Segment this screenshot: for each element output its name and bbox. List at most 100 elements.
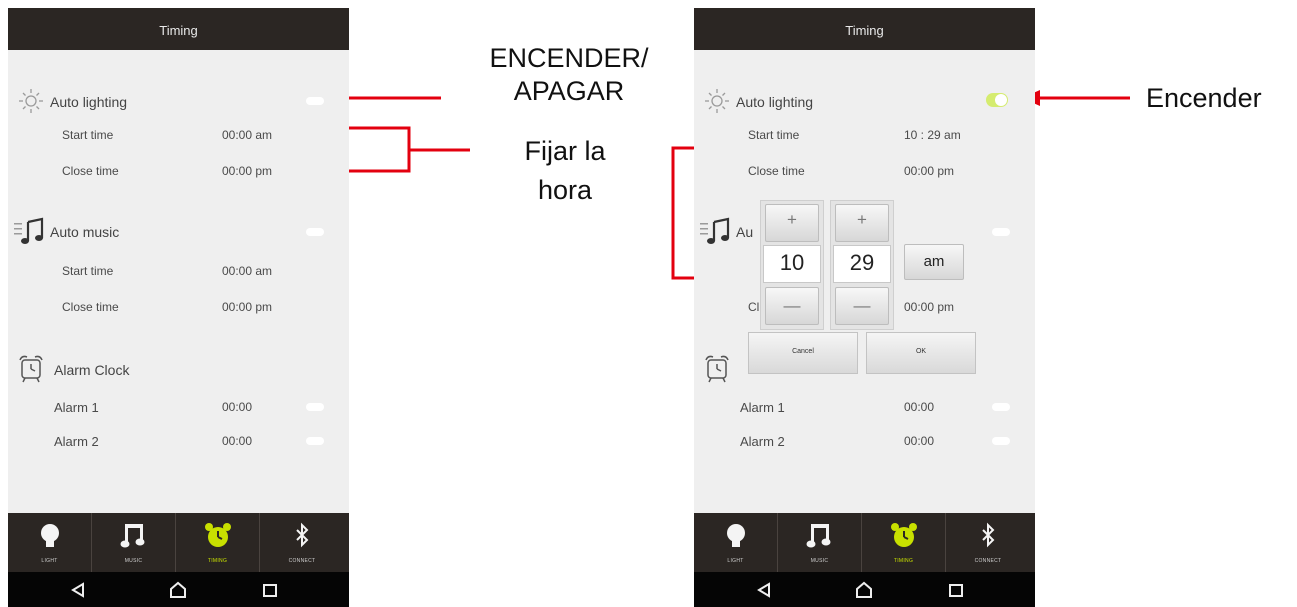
alarm1-value[interactable]: 00:00 (904, 400, 934, 414)
tab-connect[interactable]: CONNECT (946, 513, 1030, 572)
alarm-clock-icon (205, 523, 231, 547)
bulb-icon (41, 524, 59, 547)
alarm2-toggle[interactable] (992, 437, 1010, 445)
tab-connect-label: CONNECT (974, 558, 1002, 564)
alarm2-value[interactable]: 00:00 (222, 434, 252, 448)
lighting-start-label: Start time (748, 128, 800, 142)
lighting-start-value[interactable]: 00:00 am (222, 128, 272, 142)
ok-button[interactable]: OK (866, 332, 976, 374)
auto-lighting-row: Auto lighting (694, 89, 1035, 114)
android-nav-bar (8, 572, 349, 607)
tab-light[interactable]: LIGHT (8, 513, 92, 572)
tab-connect[interactable]: CONNECT (260, 513, 344, 572)
bluetooth-icon (296, 522, 309, 548)
tab-timing-label: TIMING (893, 558, 914, 564)
sun-icon (705, 89, 729, 113)
annotation-turn-on: Encender (1146, 83, 1262, 113)
tab-light[interactable]: LIGHT (694, 513, 778, 572)
alarm1-value[interactable]: 00:00 (222, 400, 252, 414)
lighting-close-row[interactable]: Close time 00:00 pm (8, 161, 349, 181)
lighting-close-row[interactable]: Close time 00:00 pm (694, 161, 1035, 181)
bulb-icon (727, 524, 745, 547)
alarm1-row[interactable]: Alarm 1 00:00 (8, 397, 349, 417)
hour-increment-button[interactable]: + (765, 204, 819, 242)
hour-decrement-button[interactable]: — (765, 287, 819, 325)
alarm1-toggle[interactable] (992, 403, 1010, 411)
tab-light-label: LIGHT (41, 558, 58, 564)
tab-light-label: LIGHT (727, 558, 744, 564)
toggle-knob (995, 94, 1007, 106)
tab-connect-label: CONNECT (288, 558, 316, 564)
alarm2-label: Alarm 2 (54, 434, 99, 449)
recents-icon[interactable] (258, 578, 282, 602)
lighting-close-value[interactable]: 00:00 pm (904, 164, 954, 178)
alarm-clock-icon (891, 523, 917, 547)
music-close-label: Close time (62, 300, 119, 314)
minute-decrement-button[interactable]: — (835, 287, 889, 325)
tab-timing[interactable]: TIMING (176, 513, 260, 572)
music-close-value[interactable]: 00:00 pm (222, 300, 272, 314)
back-icon[interactable] (752, 578, 776, 602)
auto-music-row: Auto music (8, 217, 349, 244)
alarm-clock-icon (705, 355, 729, 383)
alarm2-label: Alarm 2 (740, 434, 785, 449)
annotation-on-off-line2: APAGAR (513, 76, 625, 106)
tab-music[interactable]: MUSIC (778, 513, 862, 572)
ampm-toggle-button[interactable]: am (904, 244, 964, 280)
auto-lighting-toggle[interactable] (306, 97, 324, 105)
hour-value[interactable]: 10 (763, 245, 821, 283)
tab-music-label: MUSIC (124, 558, 143, 564)
auto-lighting-label: Auto lighting (736, 94, 814, 110)
back-icon[interactable] (66, 578, 90, 602)
minus-icon: — (783, 296, 801, 315)
hour-spinner: + 10 — (760, 200, 824, 330)
header-title: Timing (694, 8, 1035, 50)
alarm-clock-icon (19, 355, 43, 383)
minute-spinner: + 29 — (830, 200, 894, 330)
auto-lighting-label: Auto lighting (50, 94, 128, 110)
time-picker-dialog: + 10 — + 29 — am Cancel OK (748, 200, 980, 380)
plus-icon: + (857, 210, 867, 229)
lighting-start-row[interactable]: Start time 10 : 29 am (694, 125, 1035, 145)
annotation-set-time: Fijar la hora (490, 132, 640, 210)
sun-icon (19, 89, 43, 113)
alarm1-toggle[interactable] (306, 403, 324, 411)
music-start-value[interactable]: 00:00 am (222, 264, 272, 278)
auto-music-toggle[interactable] (992, 228, 1010, 236)
annotation-on-off: ENCENDER/ APAGAR (474, 42, 664, 108)
plus-icon: + (787, 210, 797, 229)
auto-lighting-toggle[interactable] (986, 93, 1008, 107)
minute-value[interactable]: 29 (833, 245, 891, 283)
phone-screen-left: Timing Auto lighting Start time 00:00 am… (8, 8, 349, 607)
alarm2-value[interactable]: 00:00 (904, 434, 934, 448)
auto-lighting-row: Auto lighting (8, 89, 349, 114)
alarm2-toggle[interactable] (306, 437, 324, 445)
home-icon[interactable] (852, 578, 876, 602)
alarm-clock-row: Alarm Clock (8, 355, 349, 383)
lighting-start-row[interactable]: Start time 00:00 am (8, 125, 349, 145)
lighting-close-value[interactable]: 00:00 pm (222, 164, 272, 178)
tab-timing[interactable]: TIMING (862, 513, 946, 572)
bottom-tab-bar: LIGHT MUSIC TIMING CONNECT (8, 513, 349, 572)
alarm2-row[interactable]: Alarm 2 00:00 (694, 431, 1035, 451)
cancel-button[interactable]: Cancel (748, 332, 858, 374)
android-nav-bar (694, 572, 1035, 607)
lighting-start-label: Start time (62, 128, 114, 142)
tab-music[interactable]: MUSIC (92, 513, 176, 572)
lighting-close-label: Close time (62, 164, 119, 178)
auto-music-toggle[interactable] (306, 228, 324, 236)
music-start-row[interactable]: Start time 00:00 am (8, 261, 349, 281)
music-close-row[interactable]: Close time 00:00 pm (8, 297, 349, 317)
alarm1-row[interactable]: Alarm 1 00:00 (694, 397, 1035, 417)
alarm1-label: Alarm 1 (54, 400, 99, 415)
annotation-set-time-line1: Fijar la (524, 136, 606, 166)
alarm2-row[interactable]: Alarm 2 00:00 (8, 431, 349, 451)
tab-music-label: MUSIC (810, 558, 829, 564)
annotation-on-off-line1: ENCENDER/ (489, 43, 649, 73)
lighting-close-label: Close time (748, 164, 805, 178)
home-icon[interactable] (166, 578, 190, 602)
lighting-start-value[interactable]: 10 : 29 am (904, 128, 961, 142)
recents-icon[interactable] (944, 578, 968, 602)
minute-increment-button[interactable]: + (835, 204, 889, 242)
bottom-tab-bar: LIGHT MUSIC TIMING CONNECT (694, 513, 1035, 572)
